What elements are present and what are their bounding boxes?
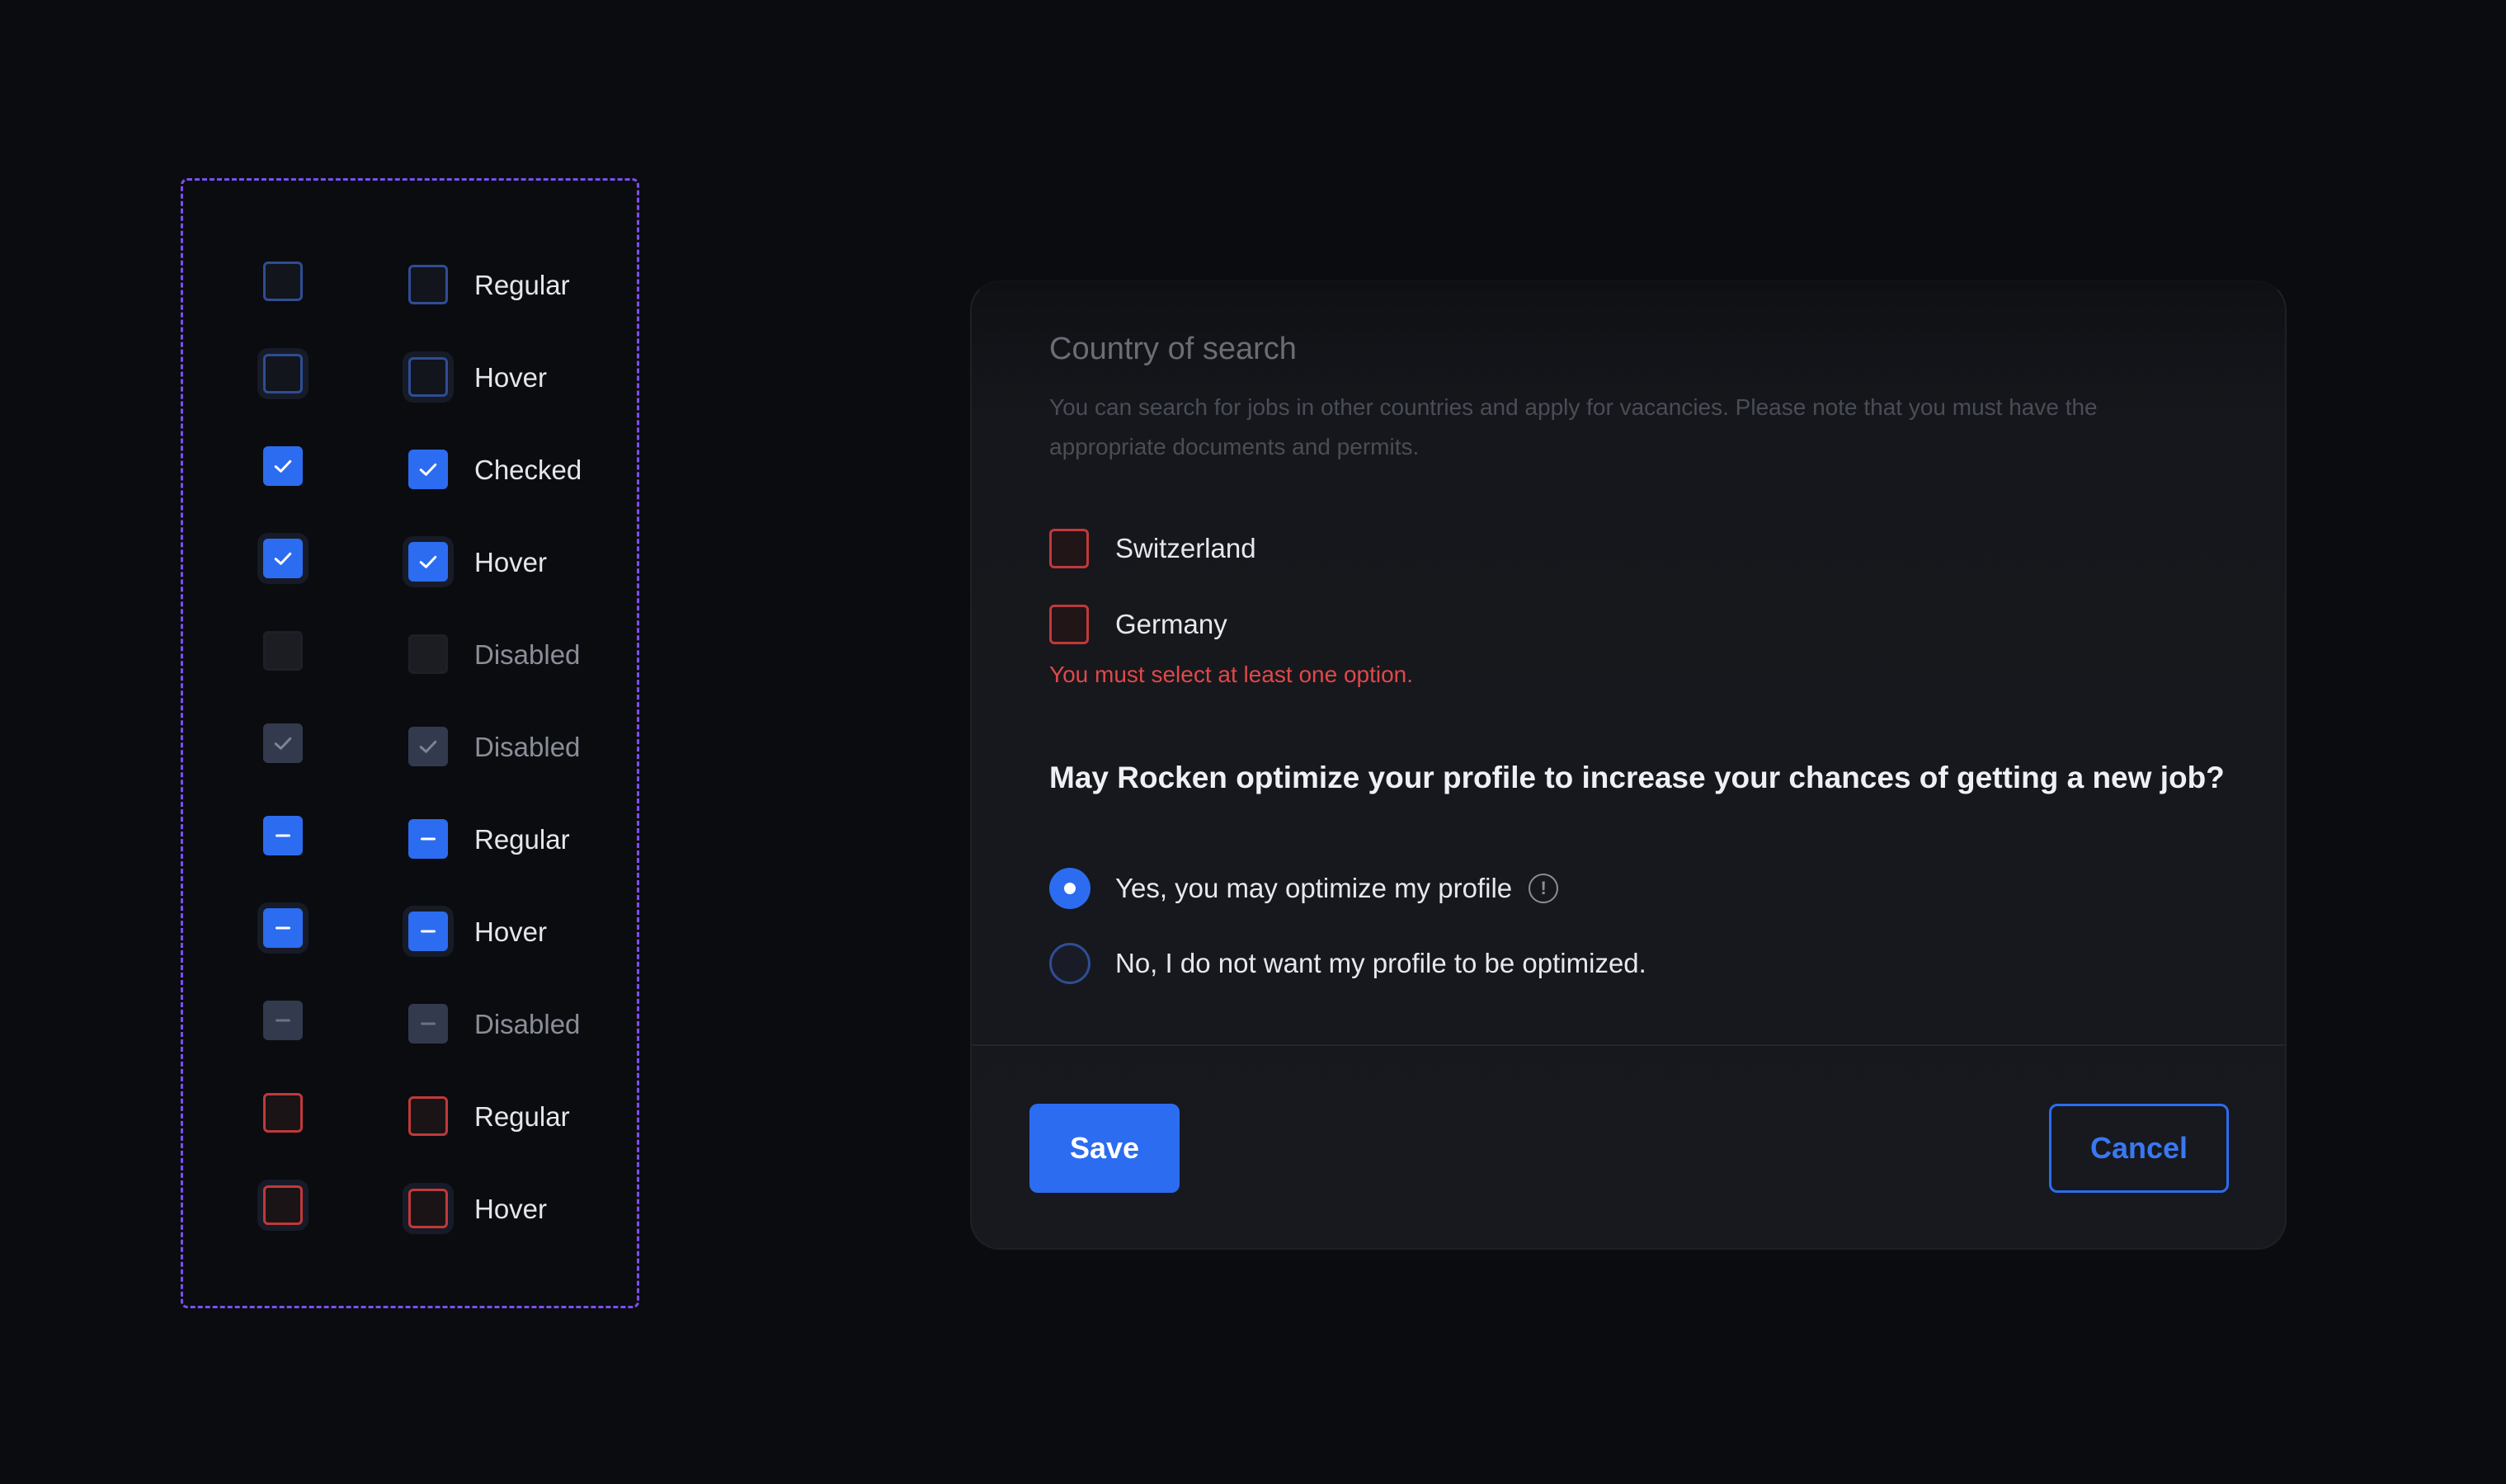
state-label-9: Regular — [474, 1101, 570, 1132]
minus-icon — [276, 926, 290, 930]
state-checkbox-7-b[interactable] — [408, 912, 448, 951]
state-row-0: Regular — [183, 261, 637, 308]
state-checkbox-6-b[interactable] — [408, 819, 448, 859]
state-row-3: Hover — [183, 539, 637, 585]
state-checkbox-9-b[interactable] — [408, 1096, 448, 1136]
state-row-6: Regular — [183, 816, 637, 862]
state-checkbox-8-b — [408, 1004, 448, 1044]
save-button[interactable]: Save — [1029, 1104, 1180, 1193]
option-switzerland[interactable]: Switzerland — [1049, 528, 1256, 569]
footer-divider — [972, 1044, 2285, 1046]
state-checkbox-0-a[interactable] — [263, 261, 303, 301]
state-label-0: Regular — [474, 270, 570, 300]
state-checkbox-4-b — [408, 634, 448, 674]
state-checkbox-1-b[interactable] — [408, 357, 448, 397]
state-row-9: Regular — [183, 1093, 637, 1139]
checkmark-icon — [419, 463, 437, 476]
option-germany[interactable]: Germany — [1049, 604, 1227, 645]
state-checkbox-2-b[interactable] — [408, 450, 448, 489]
state-label-10: Hover — [474, 1194, 548, 1224]
state-label-1: Hover — [474, 362, 548, 393]
state-checkbox-0-b[interactable] — [408, 265, 448, 304]
germany-checkbox[interactable] — [1049, 605, 1089, 644]
state-label-2: Checked — [474, 455, 582, 485]
state-label-3: Hover — [474, 547, 548, 577]
state-label-8: Disabled — [474, 1009, 581, 1039]
state-checkbox-10-b[interactable] — [408, 1189, 448, 1228]
state-checkbox-1-a[interactable] — [263, 354, 303, 393]
state-checkbox-5-b — [408, 727, 448, 766]
optimize-question: May Rocken optimize your profile to incr… — [1049, 761, 2225, 794]
switzerland-label: Switzerland — [1115, 533, 1256, 563]
checkmark-icon — [419, 740, 437, 753]
radio-option-no[interactable]: No, I do not want my profile to be optim… — [1049, 942, 1646, 985]
state-row-8: Disabled — [183, 1001, 637, 1047]
state-checkbox-8-a — [263, 1001, 303, 1040]
state-row-5: Disabled — [183, 723, 637, 770]
radio-no[interactable] — [1049, 943, 1090, 984]
checkmark-icon — [274, 459, 292, 473]
state-label-5: Disabled — [474, 732, 581, 762]
radio-no-label: No, I do not want my profile to be optim… — [1115, 948, 1646, 978]
state-row-1: Hover — [183, 354, 637, 400]
state-checkbox-2-a[interactable] — [263, 446, 303, 486]
info-icon[interactable]: ! — [1529, 874, 1559, 903]
minus-icon — [276, 1019, 290, 1022]
state-checkbox-7-a[interactable] — [263, 908, 303, 948]
state-row-7: Hover — [183, 908, 637, 954]
state-checkbox-10-a[interactable] — [263, 1185, 303, 1225]
germany-label: Germany — [1115, 609, 1227, 639]
state-row-2: Checked — [183, 446, 637, 492]
cancel-button[interactable]: Cancel — [2049, 1104, 2229, 1193]
switzerland-checkbox[interactable] — [1049, 529, 1089, 568]
radio-yes-label: Yes, you may optimize my profile — [1115, 873, 1513, 903]
state-label-7: Hover — [474, 916, 548, 947]
radio-yes-selected[interactable] — [1049, 868, 1090, 909]
section-description: You can search for jobs in other countri… — [1049, 394, 2098, 459]
state-label-6: Regular — [474, 824, 570, 855]
state-checkbox-6-a[interactable] — [263, 816, 303, 855]
state-row-4: Disabled — [183, 631, 637, 677]
state-label-4: Disabled — [474, 639, 581, 670]
checkmark-icon — [274, 552, 292, 565]
state-checkbox-4-a — [263, 631, 303, 671]
state-checkbox-3-b[interactable] — [408, 542, 448, 582]
country-form-card: Country of search You can search for job… — [970, 280, 2287, 1250]
minus-icon — [421, 1022, 436, 1025]
state-checkbox-9-a[interactable] — [263, 1093, 303, 1133]
state-checkbox-5-a — [263, 723, 303, 763]
state-row-10: Hover — [183, 1185, 637, 1232]
minus-icon — [276, 834, 290, 837]
checkmark-icon — [274, 737, 292, 750]
section-title: Country of search — [1049, 332, 1297, 366]
radio-option-yes[interactable]: Yes, you may optimize my profile ! — [1049, 867, 1559, 910]
state-checkbox-3-a[interactable] — [263, 539, 303, 578]
minus-icon — [421, 930, 436, 933]
checkmark-icon — [419, 555, 437, 568]
checkbox-states-panel: Regular Hover Checked Hover Disabled Disabled… — [181, 178, 639, 1308]
validation-error-message: You must select at least one option. — [1049, 662, 1414, 687]
minus-icon — [421, 837, 436, 841]
